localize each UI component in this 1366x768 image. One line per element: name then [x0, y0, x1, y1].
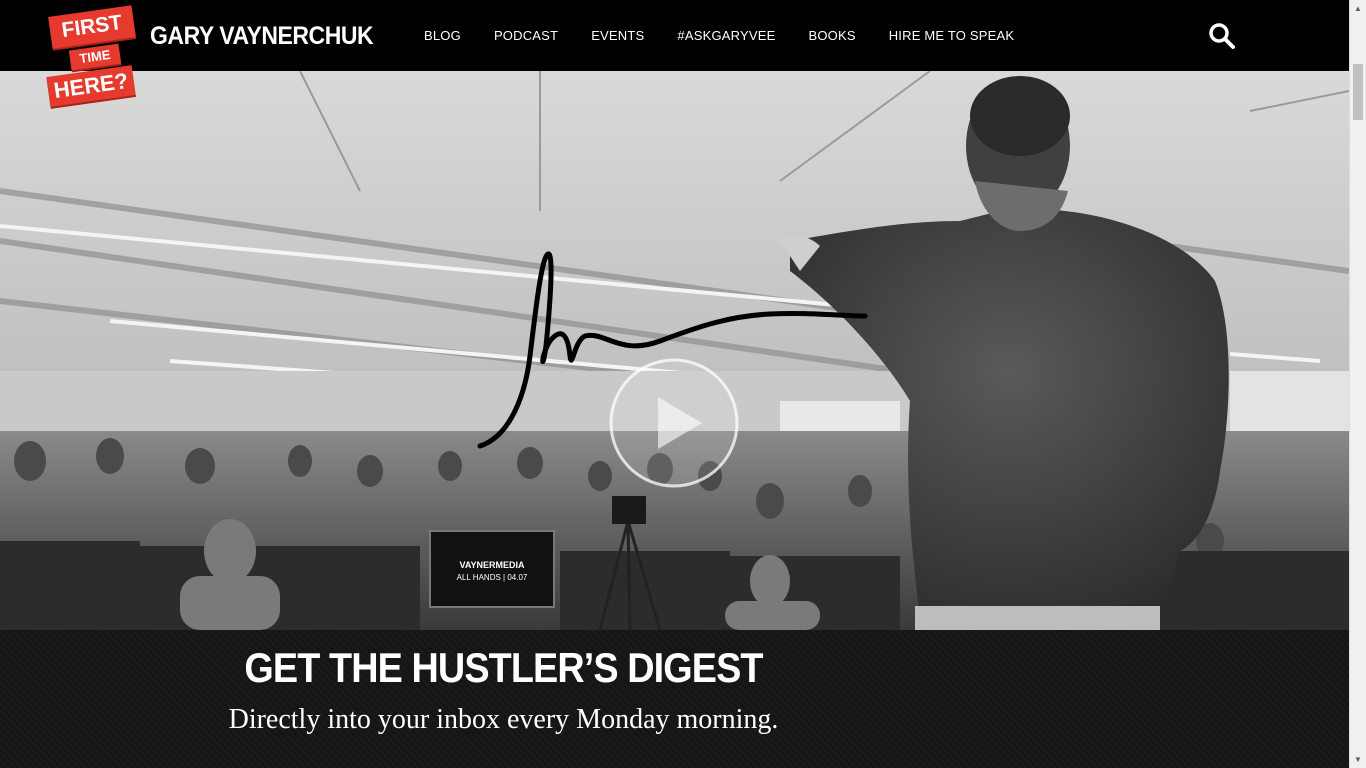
- search-icon[interactable]: [1208, 22, 1236, 50]
- nav-item-blog[interactable]: BLOG: [424, 28, 461, 43]
- page: GARY VAYNERCHUK BLOG PODCAST EVENTS #ASK…: [0, 0, 1366, 768]
- first-time-here-badge[interactable]: FIRST TIME HERE?: [46, 5, 140, 107]
- nav-item-events[interactable]: EVENTS: [591, 28, 644, 43]
- brand-name[interactable]: GARY VAYNERCHUK: [150, 22, 374, 51]
- newsletter-section: GET THE HUSTLER’S DIGEST Directly into y…: [0, 630, 1349, 768]
- nav-item-askgaryvee[interactable]: #ASKGARYVEE: [677, 28, 775, 43]
- nav-item-hire-me-to-speak[interactable]: HIRE ME TO SPEAK: [889, 28, 1015, 43]
- scroll-down-icon[interactable]: ▼: [1350, 751, 1366, 768]
- badge-line-2: TIME: [68, 43, 122, 71]
- monitor-text-line-2: ALL HANDS | 04.07: [457, 573, 528, 582]
- vertical-scrollbar[interactable]: ▲ ▼: [1349, 0, 1366, 768]
- newsletter-subtitle: Directly into your inbox every Monday mo…: [228, 704, 779, 735]
- site-header: GARY VAYNERCHUK BLOG PODCAST EVENTS #ASK…: [0, 0, 1349, 71]
- play-icon[interactable]: [608, 357, 740, 489]
- nav-item-books[interactable]: BOOKS: [808, 28, 855, 43]
- monitor-text-line-1: VAYNERMEDIA: [459, 560, 525, 570]
- badge-line-3: HERE?: [46, 65, 136, 107]
- scroll-up-icon[interactable]: ▲: [1350, 0, 1366, 17]
- nav-item-podcast[interactable]: PODCAST: [494, 28, 558, 43]
- scrollbar-thumb[interactable]: [1353, 64, 1363, 120]
- badge-line-1: FIRST: [48, 5, 136, 49]
- hero-video[interactable]: VAYNERMEDIA ALL HANDS | 04.07: [0, 71, 1349, 630]
- newsletter-title: GET THE HUSTLER’S DIGEST: [244, 644, 763, 691]
- main-nav: BLOG PODCAST EVENTS #ASKGARYVEE BOOKS HI…: [424, 0, 1047, 71]
